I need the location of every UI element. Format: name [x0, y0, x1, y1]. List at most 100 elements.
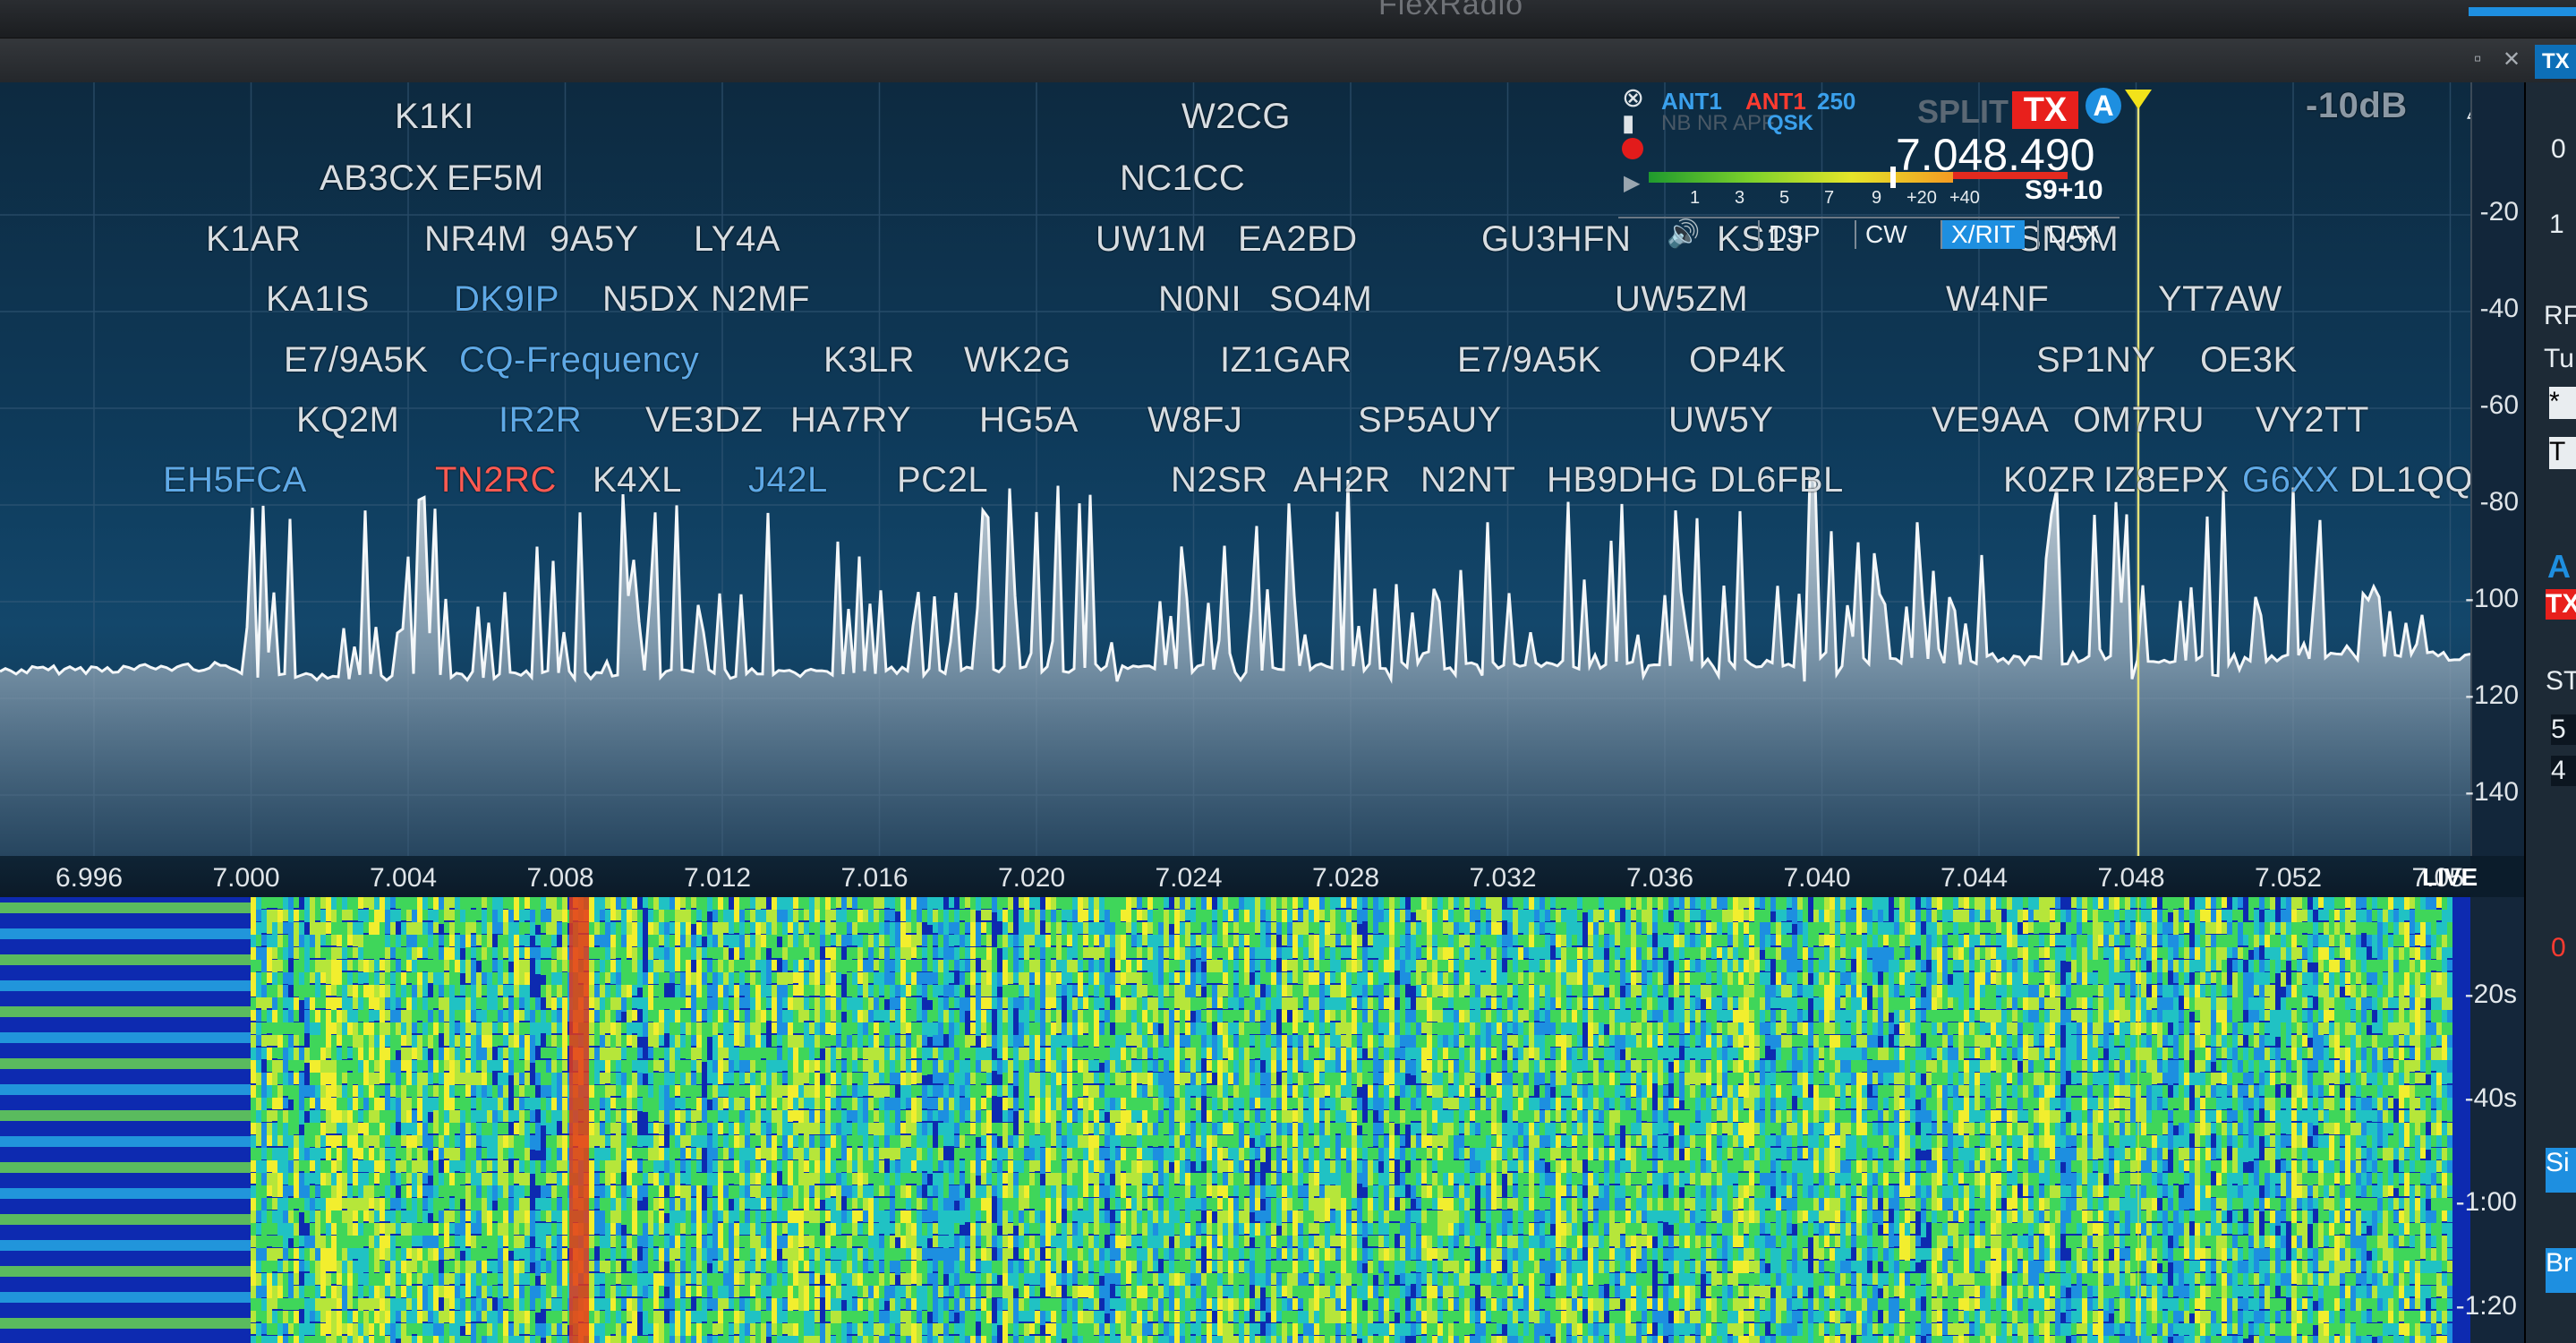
spot-label[interactable]: UW5ZM [1615, 279, 1748, 320]
spot-label[interactable]: OM7RU [2073, 400, 2205, 441]
slice-button-dsp[interactable]: DSP [1758, 220, 1830, 249]
waterfall-time-label: -1:20 [2455, 1291, 2517, 1321]
filter-width[interactable]: 250 [1817, 88, 1855, 115]
slice-button-x-rit[interactable]: X/RIT [1941, 220, 2025, 249]
close-icon[interactable]: ✕ [2503, 47, 2521, 73]
spot-label[interactable]: YT7AW [2158, 279, 2282, 320]
spot-label[interactable]: W4NF [1946, 279, 2049, 320]
spot-label[interactable]: K1AR [206, 219, 302, 260]
spot-label[interactable]: E7/9A5K [284, 340, 428, 381]
spot-label[interactable]: IR2R [499, 400, 582, 441]
spot-label[interactable]: HB9DHG [1547, 460, 1699, 500]
spot-label[interactable]: GU3HFN [1481, 219, 1631, 260]
tx-tab[interactable]: TX [2535, 45, 2576, 79]
split-button[interactable]: SPLIT [1917, 93, 2009, 131]
slice-flag[interactable]: ⊗ ▮ ▶ ANT1 ANT1 250 NB NR APF QSK SPLIT … [1618, 82, 2121, 252]
spot-label[interactable]: K4XL [593, 460, 682, 500]
spot-label[interactable]: PC2L [897, 460, 988, 500]
spot-label[interactable]: DK9IP [454, 279, 559, 320]
spot-label[interactable]: VE9AA [1932, 400, 2049, 441]
restore-icon[interactable]: ▫ [2474, 47, 2482, 72]
record-icon[interactable] [1622, 138, 1643, 159]
s-meter-tick: 9 [1872, 188, 1882, 208]
rp-button-t[interactable]: T [2549, 437, 2576, 469]
spot-label[interactable]: TN2RC [435, 460, 557, 500]
spot-label[interactable]: IZ8EPX [2103, 460, 2230, 500]
spot-label[interactable]: AB3CX [320, 158, 439, 199]
spot-label[interactable]: KQ2M [296, 400, 399, 441]
db-scale[interactable]: -20 -40 -60 -80 -100 -120 -140 [2465, 82, 2526, 856]
rp-button-si[interactable]: Si [2546, 1148, 2576, 1193]
spot-label[interactable]: EH5FCA [163, 460, 307, 500]
spot-label[interactable]: VY2TT [2256, 400, 2369, 441]
waterfall[interactable] [0, 897, 2470, 1343]
spot-label[interactable]: N2SR [1171, 460, 1268, 500]
spot-label[interactable]: WK2G [964, 340, 1071, 381]
spot-label[interactable]: N5DX [602, 279, 700, 320]
db-level-label[interactable]: -10dB [2306, 86, 2408, 126]
spot-label[interactable]: KA1IS [266, 279, 370, 320]
spot-label[interactable]: OP4K [1689, 340, 1787, 381]
frequency-tick-label: 7.004 [370, 863, 438, 893]
rp-red-value: 0 [2551, 933, 2566, 962]
spot-label[interactable]: K3LR [823, 340, 915, 381]
spot-label[interactable]: EA2BD [1238, 219, 1358, 260]
s-meter-tick: 5 [1779, 188, 1790, 208]
spot-label[interactable]: SP1NY [2036, 340, 2156, 381]
slice-button-dax[interactable]: DAX [2037, 220, 2109, 249]
noise-flags: NB NR APF [1661, 111, 1775, 135]
spot-label[interactable]: SO4M [1269, 279, 1372, 320]
spot-label[interactable]: SP5AUY [1358, 400, 1502, 441]
speaker-icon[interactable]: 🔊 [1667, 218, 1700, 250]
spot-label[interactable]: E7/9A5K [1457, 340, 1601, 381]
spot-label[interactable]: IZ1GAR [1220, 340, 1352, 381]
spot-label[interactable]: VE3DZ [645, 400, 763, 441]
rp-step-value-5[interactable]: 5 [2551, 714, 2576, 745]
lock-icon[interactable]: ▮ [1622, 109, 1634, 137]
spot-label[interactable]: CQ-Frequency [459, 340, 699, 381]
spot-label[interactable]: UW5Y [1668, 400, 1774, 441]
spot-label[interactable]: OE3K [2200, 340, 2298, 381]
spot-label[interactable]: N2MF [711, 279, 810, 320]
spot-label[interactable]: NC1CC [1120, 158, 1245, 199]
rp-slice-letter[interactable]: A [2547, 548, 2571, 586]
spot-label[interactable]: UW1M [1096, 219, 1207, 260]
qsk-indicator[interactable]: QSK [1767, 111, 1813, 136]
spot-label[interactable]: G6XX [2242, 460, 2340, 500]
spot-label[interactable]: J42L [748, 460, 828, 500]
spot-label[interactable]: W2CG [1181, 97, 1291, 137]
rp-tune-label: Tu [2544, 344, 2574, 373]
tx-indicator[interactable]: TX [2012, 91, 2078, 129]
db-tick-label: -100 [2464, 584, 2519, 613]
spot-label[interactable]: AH2R [1293, 460, 1391, 500]
spot-label[interactable]: HG5A [979, 400, 1079, 441]
waterfall-time-label: -20s [2464, 979, 2517, 1009]
rp-button-br[interactable]: Br [2546, 1248, 2576, 1293]
play-icon[interactable]: ▶ [1624, 170, 1640, 196]
spot-label[interactable]: DL6FBL [1710, 460, 1844, 500]
frequency-tick-label: 7.036 [1626, 863, 1694, 893]
slice-letter[interactable]: A [2086, 88, 2121, 124]
spot-label[interactable]: W8FJ [1147, 400, 1242, 441]
spot-label[interactable]: HA7RY [790, 400, 911, 441]
frequency-tick-label: 7.040 [1783, 863, 1851, 893]
spot-label[interactable]: DL1QQ [2350, 460, 2470, 500]
frequency-axis[interactable]: 6.996 7.000 7.004 7.008 7.012 7.016 7.020 7.024… [0, 856, 2470, 897]
db-tick-label: -40 [2479, 294, 2519, 323]
slice-button-cw[interactable]: CW [1855, 220, 1916, 249]
frequency-tick-label: 7.012 [684, 863, 752, 893]
waterfall-time-label: -40s [2464, 1083, 2517, 1113]
spot-label[interactable]: LY4A [694, 219, 780, 260]
spot-label[interactable]: 9A5Y [550, 219, 639, 260]
waterfall-display [0, 897, 2470, 1343]
db-tick-label: -120 [2464, 680, 2519, 710]
spot-label[interactable]: EF5M [447, 158, 544, 199]
rp-tx-indicator[interactable]: TX [2546, 589, 2576, 620]
rp-button-star[interactable]: * [2549, 387, 2576, 419]
spot-label[interactable]: K1KI [395, 97, 474, 137]
spot-label[interactable]: N0NI [1158, 279, 1241, 320]
spot-label[interactable]: N2NT [1420, 460, 1515, 500]
rp-step-value-4[interactable]: 4 [2551, 756, 2576, 786]
spot-label[interactable]: NR4M [424, 219, 527, 260]
spot-label[interactable]: K0ZR [2003, 460, 2096, 500]
